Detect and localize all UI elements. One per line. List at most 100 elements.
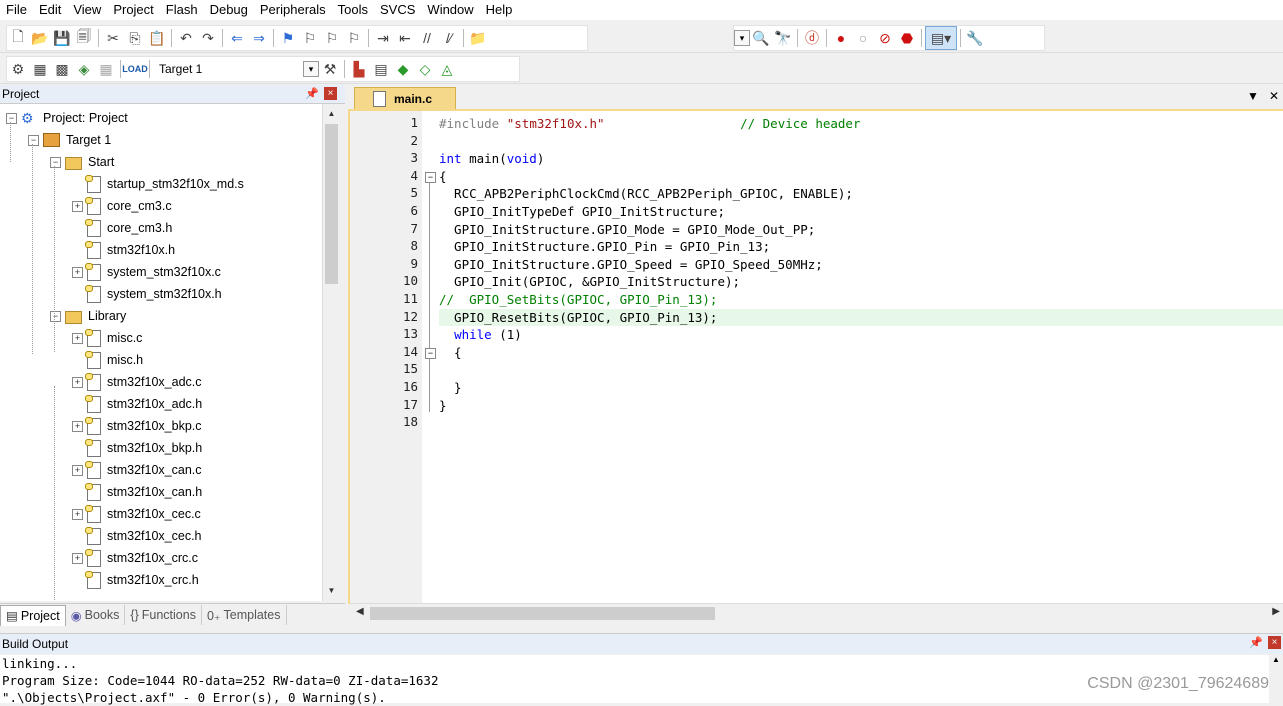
tree-item[interactable]: stm32f10x_can.h	[72, 482, 202, 502]
menu-svcs[interactable]: SVCS	[374, 0, 421, 20]
rebuild-icon[interactable]: ▩	[51, 58, 73, 80]
editor-horizontal-scrollbar[interactable]: ◀ ▶	[350, 603, 1283, 624]
collapse-icon[interactable]: −	[28, 134, 39, 146]
code-line[interactable]: GPIO_ResetBits(GPIOC, GPIO_Pin_13);	[439, 308, 1283, 327]
expand-icon[interactable]: +	[72, 508, 83, 520]
tree-item[interactable]: + system_stm32f10x.c	[72, 262, 221, 282]
save-icon[interactable]: 💾	[51, 27, 73, 49]
scroll-thumb[interactable]	[325, 124, 338, 284]
menu-help[interactable]: Help	[480, 0, 519, 20]
menu-peripherals[interactable]: Peripherals	[254, 0, 332, 20]
tree-item[interactable]: stm32f10x.h	[72, 240, 175, 260]
breakpoint-kill-all-icon[interactable]: ⬣	[896, 27, 918, 49]
tree-item[interactable]: system_stm32f10x.h	[72, 284, 222, 304]
pack-installer-icon[interactable]: ◇	[414, 58, 436, 80]
expand-icon[interactable]: +	[72, 332, 83, 344]
expand-icon[interactable]: +	[72, 464, 83, 476]
new-file-icon[interactable]: 🗋	[7, 27, 29, 49]
scroll-up-icon[interactable]: ▲	[324, 106, 339, 121]
tree-item[interactable]: − Target 1	[28, 130, 111, 150]
save-all-icon[interactable]: 🗐	[73, 27, 95, 49]
tree-item[interactable]: core_cm3.h	[72, 218, 172, 238]
tab-project[interactable]: ▤ Project	[0, 604, 66, 626]
scroll-thumb[interactable]	[370, 607, 715, 620]
event-recorder-icon[interactable]: ◬	[436, 58, 458, 80]
menu-flash[interactable]: Flash	[160, 0, 204, 20]
tree-item[interactable]: + stm32f10x_adc.c	[72, 372, 202, 392]
tab-list-dropdown-icon[interactable]: ▼	[1247, 89, 1259, 103]
tree-item[interactable]: stm32f10x_adc.h	[72, 394, 202, 414]
tree-item[interactable]: + core_cm3.c	[72, 196, 172, 216]
manage-rte-icon[interactable]: ◆	[392, 58, 414, 80]
code-line[interactable]	[439, 133, 1283, 151]
tree-item[interactable]: + stm32f10x_can.c	[72, 460, 202, 480]
find-icon[interactable]: 🔍	[750, 27, 772, 49]
expand-icon[interactable]: +	[72, 376, 83, 388]
nav-forward-icon[interactable]: ⇒	[248, 27, 270, 49]
scroll-left-icon[interactable]: ◀	[356, 606, 364, 617]
menu-debug[interactable]: Debug	[204, 0, 254, 20]
indent-icon[interactable]: ⇥	[372, 27, 394, 49]
code-line[interactable]	[439, 414, 1283, 432]
tree-item[interactable]: − ⚙ Project: Project	[6, 108, 128, 128]
code-line[interactable]: }	[439, 397, 1283, 415]
scroll-right-icon[interactable]: ▶	[1272, 606, 1280, 617]
expand-icon[interactable]: +	[72, 420, 83, 432]
translate-icon[interactable]: ⚙	[7, 58, 29, 80]
redo-icon[interactable]: ↷	[197, 27, 219, 49]
collapse-icon[interactable]: −	[50, 156, 61, 168]
close-editor-icon[interactable]: ✕	[1269, 89, 1279, 103]
tree-item[interactable]: stm32f10x_crc.h	[72, 570, 199, 590]
tree-item[interactable]: + stm32f10x_bkp.c	[72, 416, 202, 436]
bookmark-next-icon[interactable]: ⚐	[321, 27, 343, 49]
build-icon[interactable]: ▦	[29, 58, 51, 80]
code-line[interactable]: GPIO_InitStructure.GPIO_Mode = GPIO_Mode…	[439, 221, 1283, 239]
tree-item[interactable]: stm32f10x_cec.h	[72, 526, 202, 546]
code-line[interactable]: int main(void)	[439, 150, 1283, 168]
menu-project[interactable]: Project	[107, 0, 159, 20]
incremental-find-icon[interactable]: 🔭	[772, 27, 794, 49]
configure-icon[interactable]: 🔧	[964, 27, 986, 49]
window-layout-icon[interactable]: ▤▾	[925, 26, 957, 50]
tree-item[interactable]: misc.h	[72, 350, 143, 370]
tab-main-c[interactable]: main.c	[354, 87, 456, 110]
uncomment-icon[interactable]: /∕	[438, 27, 460, 49]
menu-tools[interactable]: Tools	[332, 0, 374, 20]
breakpoint-disable-icon[interactable]: ○	[852, 27, 874, 49]
project-tree-scrollbar[interactable]: ▲ ▼	[322, 104, 340, 601]
scroll-down-icon[interactable]: ▼	[324, 583, 339, 598]
close-icon[interactable]: ×	[1268, 636, 1281, 649]
expand-icon[interactable]: +	[72, 200, 83, 212]
tree-item[interactable]: stm32f10x_bkp.h	[72, 438, 202, 458]
find-in-files-icon[interactable]: 📁	[467, 27, 489, 49]
batch-build-icon[interactable]: ◈	[73, 58, 95, 80]
collapse-icon[interactable]: −	[6, 112, 17, 124]
menu-edit[interactable]: Edit	[33, 0, 67, 20]
breakpoint-insert-icon[interactable]: ●	[830, 27, 852, 49]
breakpoint-disable-all-icon[interactable]: ⊘	[874, 27, 896, 49]
code-line[interactable]: {	[439, 344, 1283, 362]
code-line[interactable]: {	[439, 168, 1283, 186]
manage-project-items-icon[interactable]: ▙	[348, 58, 370, 80]
build-output-scrollbar[interactable]: ▲	[1269, 655, 1283, 703]
menu-file[interactable]: File	[0, 0, 33, 20]
copy-icon[interactable]: ⎘	[124, 27, 146, 49]
bookmark-clear-icon[interactable]: ⚐	[343, 27, 365, 49]
pin-icon[interactable]: 📌	[305, 87, 319, 100]
tree-item[interactable]: + stm32f10x_crc.c	[72, 548, 198, 568]
select-packs-icon[interactable]: ▤	[370, 58, 392, 80]
debug-session-icon[interactable]: ⓓ	[801, 27, 823, 49]
tab-templates[interactable]: 0₊ Templates	[202, 605, 287, 625]
comment-icon[interactable]: //	[416, 27, 438, 49]
code-line[interactable]: // GPIO_SetBits(GPIOC, GPIO_Pin_13);	[439, 291, 1283, 309]
nav-back-icon[interactable]: ⇐	[226, 27, 248, 49]
code-line[interactable]: GPIO_InitTypeDef GPIO_InitStructure;	[439, 203, 1283, 221]
scroll-up-icon[interactable]: ▲	[1269, 655, 1283, 664]
find-combo-dropdown[interactable]: ▾	[734, 30, 750, 46]
fold-collapse-icon[interactable]: −	[425, 347, 436, 359]
code-line[interactable]: GPIO_InitStructure.GPIO_Pin = GPIO_Pin_1…	[439, 238, 1283, 256]
code-line[interactable]: RCC_APB2PeriphClockCmd(RCC_APB2Periph_GP…	[439, 185, 1283, 203]
unindent-icon[interactable]: ⇤	[394, 27, 416, 49]
cut-icon[interactable]: ✂	[102, 27, 124, 49]
tree-item[interactable]: + stm32f10x_cec.c	[72, 504, 201, 524]
